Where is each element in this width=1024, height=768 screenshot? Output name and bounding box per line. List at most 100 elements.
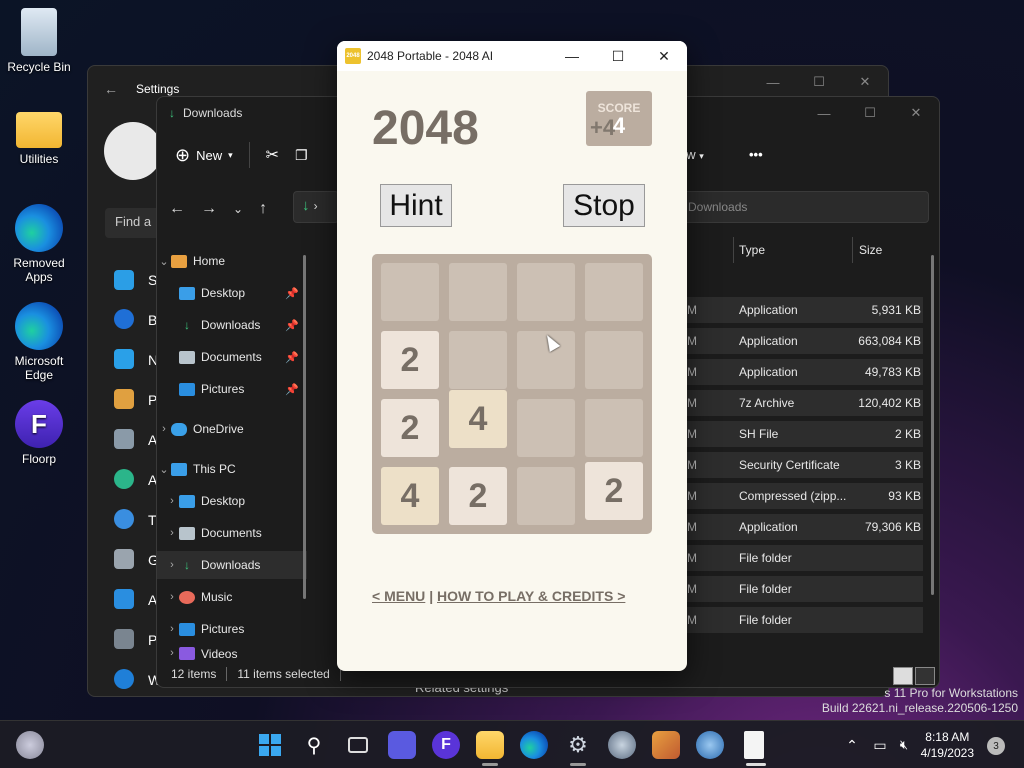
board-cell: [517, 467, 575, 525]
nav-item-music[interactable]: › Music: [157, 583, 307, 611]
new-button[interactable]: ⊕ New ▾: [175, 145, 233, 166]
nav-item-onedrive[interactable]: › OneDrive: [157, 415, 307, 443]
chevron-right-icon[interactable]: ›: [165, 623, 179, 635]
file-row[interactable]: M 7z Archive 120,402 KB: [687, 390, 923, 416]
nav-item-pc-documents[interactable]: › Documents: [157, 519, 307, 547]
steam-icon[interactable]: [608, 731, 636, 759]
chevron-right-icon[interactable]: ›: [165, 647, 179, 659]
navigation-scrollbar[interactable]: [303, 255, 306, 599]
teams-chat-icon[interactable]: [388, 731, 416, 759]
chevron-right-icon[interactable]: ›: [165, 591, 179, 603]
forward-arrow-icon[interactable]: →: [201, 200, 217, 218]
search-input[interactable]: Downloads: [677, 191, 929, 223]
file-explorer-icon[interactable]: [476, 731, 504, 759]
chevron-down-icon[interactable]: ⌄: [157, 255, 171, 268]
close-icon[interactable]: ✕: [842, 66, 888, 98]
file-row[interactable]: M File folder: [687, 607, 923, 633]
maximize-icon[interactable]: ☐: [595, 41, 641, 71]
file-row[interactable]: M SH File 2 KB: [687, 421, 923, 447]
windows-start-icon[interactable]: [256, 731, 284, 759]
nav-item-pc-pictures[interactable]: › Pictures: [157, 615, 307, 643]
back-arrow-icon[interactable]: ←: [169, 200, 185, 218]
more-options-button[interactable]: •••: [749, 147, 763, 162]
file-row[interactable]: M Application 79,306 KB: [687, 514, 923, 540]
desktop-icon-recycle-bin[interactable]: Recycle Bin: [0, 8, 78, 74]
copy-icon[interactable]: ❐: [295, 147, 308, 164]
file-list-scrollbar[interactable]: [931, 255, 934, 595]
search-icon[interactable]: ⚲: [300, 731, 328, 759]
chevron-down-icon[interactable]: ⌄: [233, 202, 243, 216]
close-icon[interactable]: ✕: [641, 41, 687, 71]
notification-badge[interactable]: 3: [987, 737, 1005, 755]
nav-item-pictures[interactable]: Pictures 📌: [157, 375, 307, 403]
nav-item-this-pc[interactable]: ⌄ This PC: [157, 455, 307, 483]
stop-button[interactable]: Stop: [563, 184, 645, 227]
game-titlebar[interactable]: 2048 2048 Portable - 2048 AI — ☐ ✕: [337, 41, 687, 71]
nav-item-pc-desktop[interactable]: › Desktop: [157, 487, 307, 515]
file-row[interactable]: M Application 49,783 KB: [687, 359, 923, 385]
chevron-down-icon[interactable]: ⌄: [157, 463, 171, 476]
back-arrow-icon[interactable]: ←: [104, 81, 118, 97]
date-modified-fragment: M: [687, 458, 697, 472]
nav-item-downloads[interactable]: ↓ Downloads 📌: [157, 311, 307, 339]
game-board[interactable]: 2 2 4 4 2 2: [372, 254, 652, 534]
home-icon: [171, 254, 187, 268]
nav-item-home[interactable]: ⌄ Home: [157, 247, 307, 275]
toolbar-divider: [248, 142, 250, 168]
file-row[interactable]: M Application 5,931 KB: [687, 297, 923, 323]
minimize-icon[interactable]: —: [801, 97, 847, 129]
floorp-icon[interactable]: F: [432, 731, 460, 759]
nav-item-pc-downloads[interactable]: › ↓ Downloads: [157, 551, 307, 579]
weather-icon[interactable]: [16, 731, 44, 759]
file-size: 79,306 KB: [864, 520, 921, 534]
task-view-icon[interactable]: [344, 731, 372, 759]
desktop-icon-removed-apps[interactable]: Removed Apps: [0, 204, 78, 284]
document-app-icon[interactable]: [744, 731, 764, 759]
desktop-icon-label: Utilities: [19, 152, 59, 166]
details-view-icon[interactable]: [893, 667, 913, 685]
item-count: 12 items: [171, 667, 217, 681]
game-window[interactable]: 2048 2048 Portable - 2048 AI — ☐ ✕ 2048 …: [337, 41, 687, 671]
maximize-icon[interactable]: ☐: [847, 97, 893, 129]
chevron-up-icon[interactable]: ⌃: [838, 731, 866, 759]
board-cell: [449, 263, 507, 321]
column-header-size[interactable]: Size: [859, 243, 882, 257]
desktop-icon-floorp[interactable]: F Floorp: [0, 400, 78, 466]
nav-item-desktop[interactable]: Desktop 📌: [157, 279, 307, 307]
package-box-icon[interactable]: [652, 731, 680, 759]
file-type: File folder: [739, 582, 792, 596]
volume-muted-icon[interactable]: 🔇︎: [890, 731, 918, 759]
close-icon[interactable]: ✕: [893, 97, 939, 129]
clock[interactable]: 8:18 AM 4/19/2023: [921, 729, 974, 761]
file-row[interactable]: M File folder: [687, 545, 923, 571]
chevron-right-icon[interactable]: ›: [165, 527, 179, 539]
board-tile: 2: [449, 467, 507, 525]
desktop-icon-utilities[interactable]: Utilities: [0, 106, 78, 166]
tiles-view-icon[interactable]: [915, 667, 935, 685]
chevron-right-icon[interactable]: ›: [165, 495, 179, 507]
file-row[interactable]: M Compressed (zipp... 93 KB: [687, 483, 923, 509]
date-modified-fragment: M: [687, 613, 697, 627]
file-row[interactable]: M File folder: [687, 576, 923, 602]
globe-app-icon[interactable]: [696, 731, 724, 759]
edge-icon[interactable]: [520, 731, 548, 759]
column-header-type[interactable]: Type: [739, 243, 765, 257]
how-to-play-link[interactable]: HOW TO PLAY & CREDITS >: [437, 588, 625, 604]
chevron-right-icon[interactable]: ›: [165, 559, 179, 571]
up-arrow-icon[interactable]: ↑: [259, 200, 267, 218]
minimize-icon[interactable]: —: [750, 66, 796, 98]
floorp-icon: F: [15, 400, 63, 448]
desktop-icon-microsoft-edge[interactable]: Microsoft Edge: [0, 302, 78, 382]
maximize-icon[interactable]: ☐: [796, 66, 842, 98]
file-row[interactable]: M Application 663,084 KB: [687, 328, 923, 354]
menu-link[interactable]: < MENU: [372, 588, 425, 604]
nav-item-documents[interactable]: Documents 📌: [157, 343, 307, 371]
chevron-right-icon[interactable]: ›: [157, 423, 171, 435]
cut-icon[interactable]: ✂: [266, 145, 279, 165]
minimize-icon[interactable]: —: [549, 41, 595, 71]
hint-button[interactable]: Hint: [380, 184, 452, 227]
address-bar[interactable]: ↓ ›: [293, 191, 339, 223]
settings-gear-icon[interactable]: ⚙: [564, 731, 592, 759]
nav-item-videos[interactable]: › Videos: [157, 647, 307, 661]
file-row[interactable]: M Security Certificate 3 KB: [687, 452, 923, 478]
